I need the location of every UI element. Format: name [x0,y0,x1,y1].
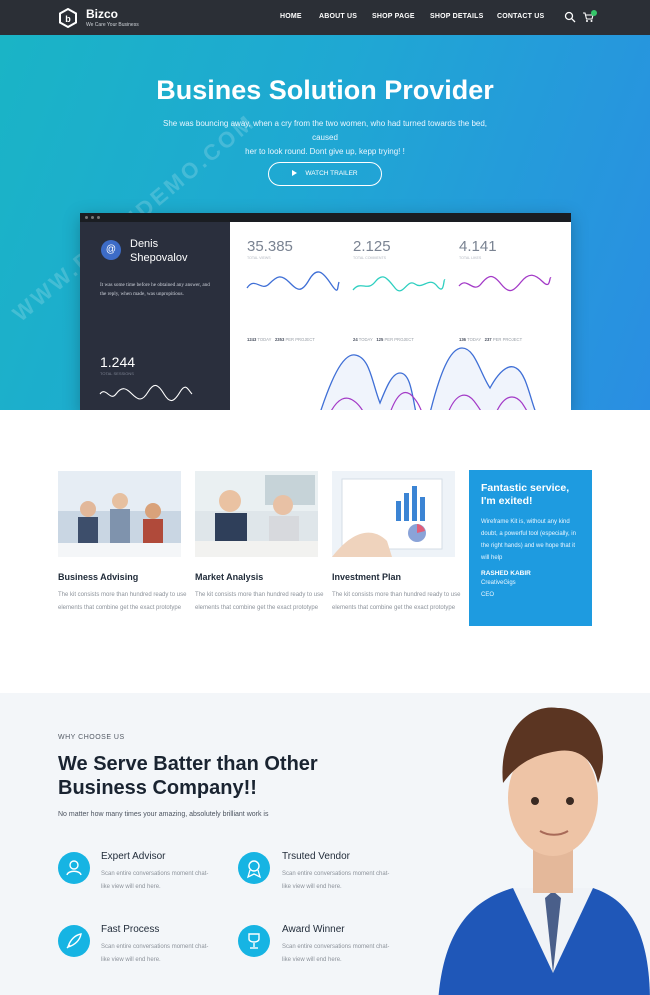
section-title: We Serve Batter than Other Business Comp… [58,753,318,799]
nav-contact[interactable]: CONTACT US [497,13,544,20]
comments-sparkline [352,276,446,292]
nav-home[interactable]: HOME [280,13,302,20]
stat-label: TOTAL LIKES [459,256,482,260]
sessions-sparkline [99,384,193,402]
service-title[interactable]: Market Analysis [195,572,263,582]
stat-project-label: PER PROJECT [492,337,523,342]
rocket-icon [66,933,82,949]
feature-icon-circle [238,925,270,957]
section-eyebrow: WHY CHOOSE US [58,734,125,741]
stat-today-value: 24 [353,337,358,342]
stat-project-label: PER PROJECT [384,337,414,342]
trophy-icon [248,933,260,949]
stat-value: 2.125 [353,238,391,255]
feature-title: Expert Advisor [101,851,166,862]
businessman-image [438,707,650,995]
cart-badge [591,10,597,16]
profile-quote: It was some time before he obtained any … [100,282,210,297]
sessions-label: TOTAL SESSIONS [100,371,134,376]
logo-icon[interactable]: b [58,8,78,28]
testimonial-title: Fantastic service, I'm exited! [481,482,570,507]
feature-title: Fast Process [101,924,160,935]
traffic-chart [320,347,536,410]
stat-value: 4.141 [459,238,497,255]
why-choose-section: WHY CHOOSE US We Serve Batter than Other… [0,693,650,995]
views-sparkline [246,271,340,291]
sessions-value: 1.244 [100,354,136,370]
window-dot [85,216,88,219]
stat-value: 35.385 [247,238,293,255]
user-icon [66,860,82,876]
stat-today-value: 1243 [247,337,257,342]
avatar: @ [101,240,121,260]
testimonial-author: RASHED KABIR [481,570,531,577]
stat-today-label: TODAY [358,337,373,342]
feature-text: Scan entire conversations moment chat-li… [282,944,390,963]
hero-subtitle: She was bouncing away, when a cry from t… [150,117,500,159]
play-icon [292,170,298,177]
likes-sparkline [458,274,552,292]
service-text: The kit consists more than hundred ready… [195,592,324,611]
stat-footer: 24 TODAY 125 PER PROJECT [353,337,414,342]
feature-icon-circle [58,852,90,884]
watch-trailer-button[interactable]: WATCH TRAILER [268,162,382,186]
stat-label: TOTAL VIEWS [247,256,271,260]
hero-subtitle-line: her to look round. Dont give up, kepp tr… [245,147,405,156]
service-text: The kit consists more than hundred ready… [332,592,461,611]
hero-subtitle-line: She was bouncing away, when a cry from t… [162,119,488,142]
feature-text: Scan entire conversations moment chat-li… [282,871,390,890]
service-text: The kit consists more than hundred ready… [58,592,187,611]
hero-section: WWW.DOWNDEMO.COM WWW.DOWNDEMO.COM Busine… [0,35,650,410]
testimonial-company: CreativeGigs [481,580,516,586]
window-dot [91,216,94,219]
badge-icon [246,860,262,879]
stat-project-value: 125 [376,337,384,342]
feature-title: Award Winner [282,924,345,935]
stat-today-label: TODAY [257,337,272,342]
stat-project-value: 2353 [274,337,285,342]
feature-text: Scan entire conversations moment chat-li… [101,944,209,963]
feature-title: Trsuted Vendor [282,851,351,862]
profile-name: Denis Shepovalov [130,237,188,265]
section-subtitle: No matter how many times your amazing, a… [58,811,269,818]
testimonial-role: CEO [481,592,495,598]
stat-project-value: 237 [484,337,492,342]
stat-footer: 1243 TODAY 2353 PER PROJECT [247,337,315,342]
stat-today-value: 136 [459,337,466,342]
dashboard-sidebar: @ Denis Shepovalov It was some time befo… [80,222,230,410]
window-titlebar [80,213,571,222]
feature-icon-circle [58,925,90,957]
stat-today-label: TODAY [467,337,482,342]
nav-shop-details[interactable]: SHOP DETAILS [430,13,483,20]
testimonial-text: Wireframe Kit is, without any kind doubt… [481,519,576,561]
testimonial-card: Fantastic service, I'm exited! Wireframe… [469,470,592,626]
stat-project-label: PER PROJECT [285,337,315,342]
brand-tagline: We Care Your Business [86,22,139,28]
top-navbar: b Bizco We Care Your Business HOME ABOUT… [0,0,650,35]
nav-about[interactable]: ABOUT US [319,13,357,20]
dashboard-preview: @ Denis Shepovalov It was some time befo… [80,213,571,410]
search-icon[interactable] [564,11,576,23]
service-title[interactable]: Business Advising [58,572,138,582]
svg-text:b: b [65,14,71,24]
feature-text: Scan entire conversations moment chat-li… [101,871,209,890]
window-dot [97,216,100,219]
stat-label: TOTAL COMMENTS [353,256,387,260]
service-title[interactable]: Investment Plan [332,572,401,582]
stat-footer: 136 TODAY 237 PER PROJECT [459,337,522,342]
profile-first-name: Denis [130,238,159,250]
business-advising-image [58,471,181,557]
watch-trailer-label: WATCH TRAILER [305,170,358,177]
investment-plan-image [332,471,455,557]
nav-shop-page[interactable]: SHOP PAGE [372,13,415,20]
hero-title: Busines Solution Provider [156,75,494,105]
feature-icon-circle [238,852,270,884]
brand-name[interactable]: Bizco [86,7,118,21]
market-analysis-image [195,471,318,557]
profile-last-name: Shepovalov [130,252,188,264]
